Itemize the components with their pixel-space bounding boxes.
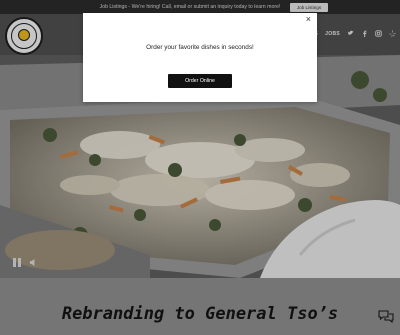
order-online-button[interactable]: Order Online: [168, 74, 232, 88]
order-online-modal: × Order your favorite dishes in seconds!…: [83, 13, 317, 102]
close-icon[interactable]: ×: [306, 14, 311, 24]
modal-message: Order your favorite dishes in seconds!: [146, 44, 254, 51]
